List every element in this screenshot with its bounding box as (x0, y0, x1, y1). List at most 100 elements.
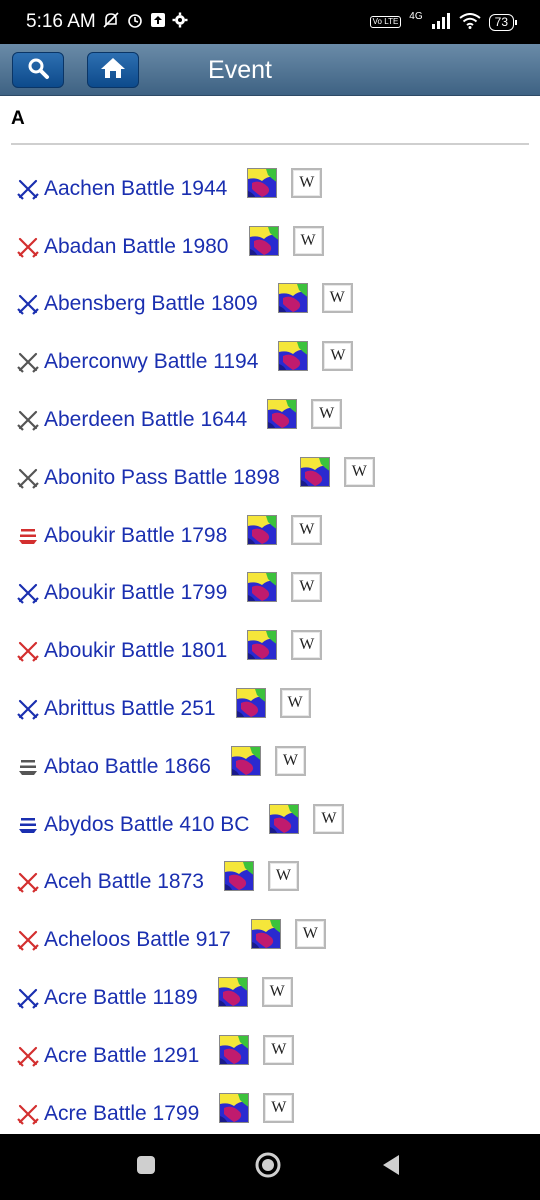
map-thumbnail-icon[interactable] (247, 514, 278, 545)
map-thumbnail-icon[interactable] (267, 399, 298, 430)
event-name-link[interactable]: Aboukir Battle 1801 (44, 639, 227, 663)
event-row[interactable]: Abrittus Battle 251 W (0, 680, 540, 738)
event-row[interactable]: Abensberg Battle 1809 W (0, 276, 540, 334)
event-row[interactable]: Aberdeen Battle 1644 W (0, 391, 540, 449)
event-name-link[interactable]: Acre Battle 1189 (44, 986, 198, 1010)
upload-icon (150, 12, 166, 33)
event-row[interactable]: Acre Battle 1189 W (0, 969, 540, 1027)
crossed-swords-icon (17, 293, 39, 316)
search-button[interactable] (12, 52, 64, 88)
map-thumbnail-icon[interactable] (223, 861, 254, 892)
map-thumbnail-icon[interactable] (299, 456, 330, 487)
event-name-link[interactable]: Abrittus Battle 251 (44, 697, 216, 721)
wikipedia-icon[interactable]: W (321, 283, 353, 314)
event-row[interactable]: Abadan Battle 1980 W (0, 218, 540, 276)
event-row[interactable]: Acre Battle 1291 W (0, 1027, 540, 1085)
event-name-link[interactable]: Abonito Pass Battle 1898 (44, 466, 280, 490)
navigation-bar (0, 1134, 540, 1200)
search-icon (26, 56, 50, 85)
wikipedia-icon[interactable]: W (291, 630, 323, 661)
wikipedia-icon[interactable]: W (311, 399, 343, 430)
battery-indicator: 73 (488, 13, 518, 31)
status-time: 5:16 AM (26, 11, 96, 32)
event-name-link[interactable]: Acre Battle 1799 (44, 1102, 199, 1126)
map-thumbnail-icon[interactable] (230, 745, 261, 776)
map-thumbnail-icon[interactable] (250, 919, 281, 950)
wikipedia-icon[interactable]: W (291, 514, 323, 545)
event-list: Aachen Battle 1944 W Abadan Battle 1980 W Ab… (0, 160, 540, 1143)
crossed-swords-icon (17, 1045, 39, 1067)
event-name-link[interactable]: Acheloos Battle 917 (44, 928, 231, 952)
event-row[interactable]: Aberconwy Battle 1194 W (0, 333, 540, 391)
crossed-swords-icon (17, 409, 39, 431)
wikipedia-icon[interactable]: W (313, 803, 345, 834)
home-button[interactable] (87, 52, 139, 88)
wikipedia-icon[interactable]: W (261, 977, 293, 1008)
wikipedia-icon[interactable]: W (279, 688, 311, 719)
map-thumbnail-icon[interactable] (235, 688, 266, 719)
event-name-link[interactable]: Abydos Battle 410 BC (44, 813, 249, 837)
volte-badge: Vo LTE (369, 16, 402, 28)
event-row[interactable]: Aboukir Battle 1798 W (0, 507, 540, 565)
event-name-link[interactable]: Abtao Battle 1866 (44, 755, 211, 779)
home-icon (99, 56, 127, 85)
crossed-swords-icon (17, 582, 39, 605)
map-thumbnail-icon[interactable] (247, 630, 278, 661)
map-thumbnail-icon[interactable] (247, 167, 278, 198)
wikipedia-icon[interactable]: W (291, 572, 323, 603)
event-name-link[interactable]: Aachen Battle 1944 (44, 177, 227, 201)
naval-ship-icon (17, 756, 39, 778)
circle-icon (254, 1151, 282, 1184)
map-thumbnail-icon[interactable] (219, 1092, 250, 1123)
nav-home-button[interactable] (255, 1152, 281, 1180)
network-type: 4G (409, 10, 423, 22)
settings-icon (172, 12, 188, 33)
event-name-link[interactable]: Aberdeen Battle 1644 (44, 408, 247, 432)
event-row[interactable]: Abydos Battle 410 BC W (0, 796, 540, 854)
event-name-link[interactable]: Aboukir Battle 1799 (44, 581, 227, 605)
wikipedia-icon[interactable]: W (274, 745, 306, 776)
signal-icon (431, 12, 451, 32)
crossed-swords-icon (17, 236, 39, 258)
wikipedia-icon[interactable]: W (263, 1034, 295, 1065)
naval-ship-icon (17, 814, 39, 836)
event-row[interactable]: Aachen Battle 1944 W (0, 160, 540, 218)
event-row[interactable]: Aboukir Battle 1799 W (0, 565, 540, 623)
wikipedia-icon[interactable]: W (263, 1092, 295, 1123)
map-thumbnail-icon[interactable] (248, 225, 279, 256)
wikipedia-icon[interactable]: W (294, 919, 326, 950)
event-row[interactable]: Abonito Pass Battle 1898 W (0, 449, 540, 507)
wikipedia-icon[interactable]: W (291, 167, 323, 198)
map-thumbnail-icon[interactable] (247, 572, 278, 603)
event-row[interactable]: Aboukir Battle 1801 W (0, 622, 540, 680)
event-row[interactable]: Abtao Battle 1866 W (0, 738, 540, 796)
mute-icon (102, 11, 120, 34)
status-left: 5:16 AM (26, 11, 188, 34)
wikipedia-icon[interactable]: W (292, 225, 324, 256)
square-icon (135, 1154, 157, 1181)
status-right: Vo LTE 4G 73 (369, 10, 518, 32)
map-thumbnail-icon[interactable] (278, 341, 309, 372)
map-thumbnail-icon[interactable] (219, 1034, 250, 1065)
map-thumbnail-icon[interactable] (269, 803, 300, 834)
wikipedia-icon[interactable]: W (267, 861, 299, 892)
event-row[interactable]: Aceh Battle 1873 W (0, 854, 540, 912)
event-name-link[interactable]: Abensberg Battle 1809 (44, 292, 258, 316)
naval-ship-icon (17, 525, 39, 547)
event-name-link[interactable]: Acre Battle 1291 (44, 1044, 199, 1068)
wikipedia-icon[interactable]: W (343, 456, 375, 487)
event-name-link[interactable]: Aberconwy Battle 1194 (44, 350, 258, 374)
event-name-link[interactable]: Aboukir Battle 1798 (44, 524, 227, 548)
app-bar: Event (0, 44, 540, 96)
crossed-swords-icon (17, 698, 39, 720)
alarm-icon (126, 11, 144, 34)
event-name-link[interactable]: Abadan Battle 1980 (44, 235, 229, 259)
event-row[interactable]: Acheloos Battle 917 W (0, 911, 540, 969)
event-name-link[interactable]: Aceh Battle 1873 (44, 870, 204, 894)
map-thumbnail-icon[interactable] (277, 283, 308, 314)
wikipedia-icon[interactable]: W (322, 341, 354, 372)
recent-apps-button[interactable] (133, 1154, 159, 1180)
page-title: Event (208, 55, 272, 84)
map-thumbnail-icon[interactable] (217, 977, 248, 1008)
back-button[interactable] (378, 1154, 404, 1180)
